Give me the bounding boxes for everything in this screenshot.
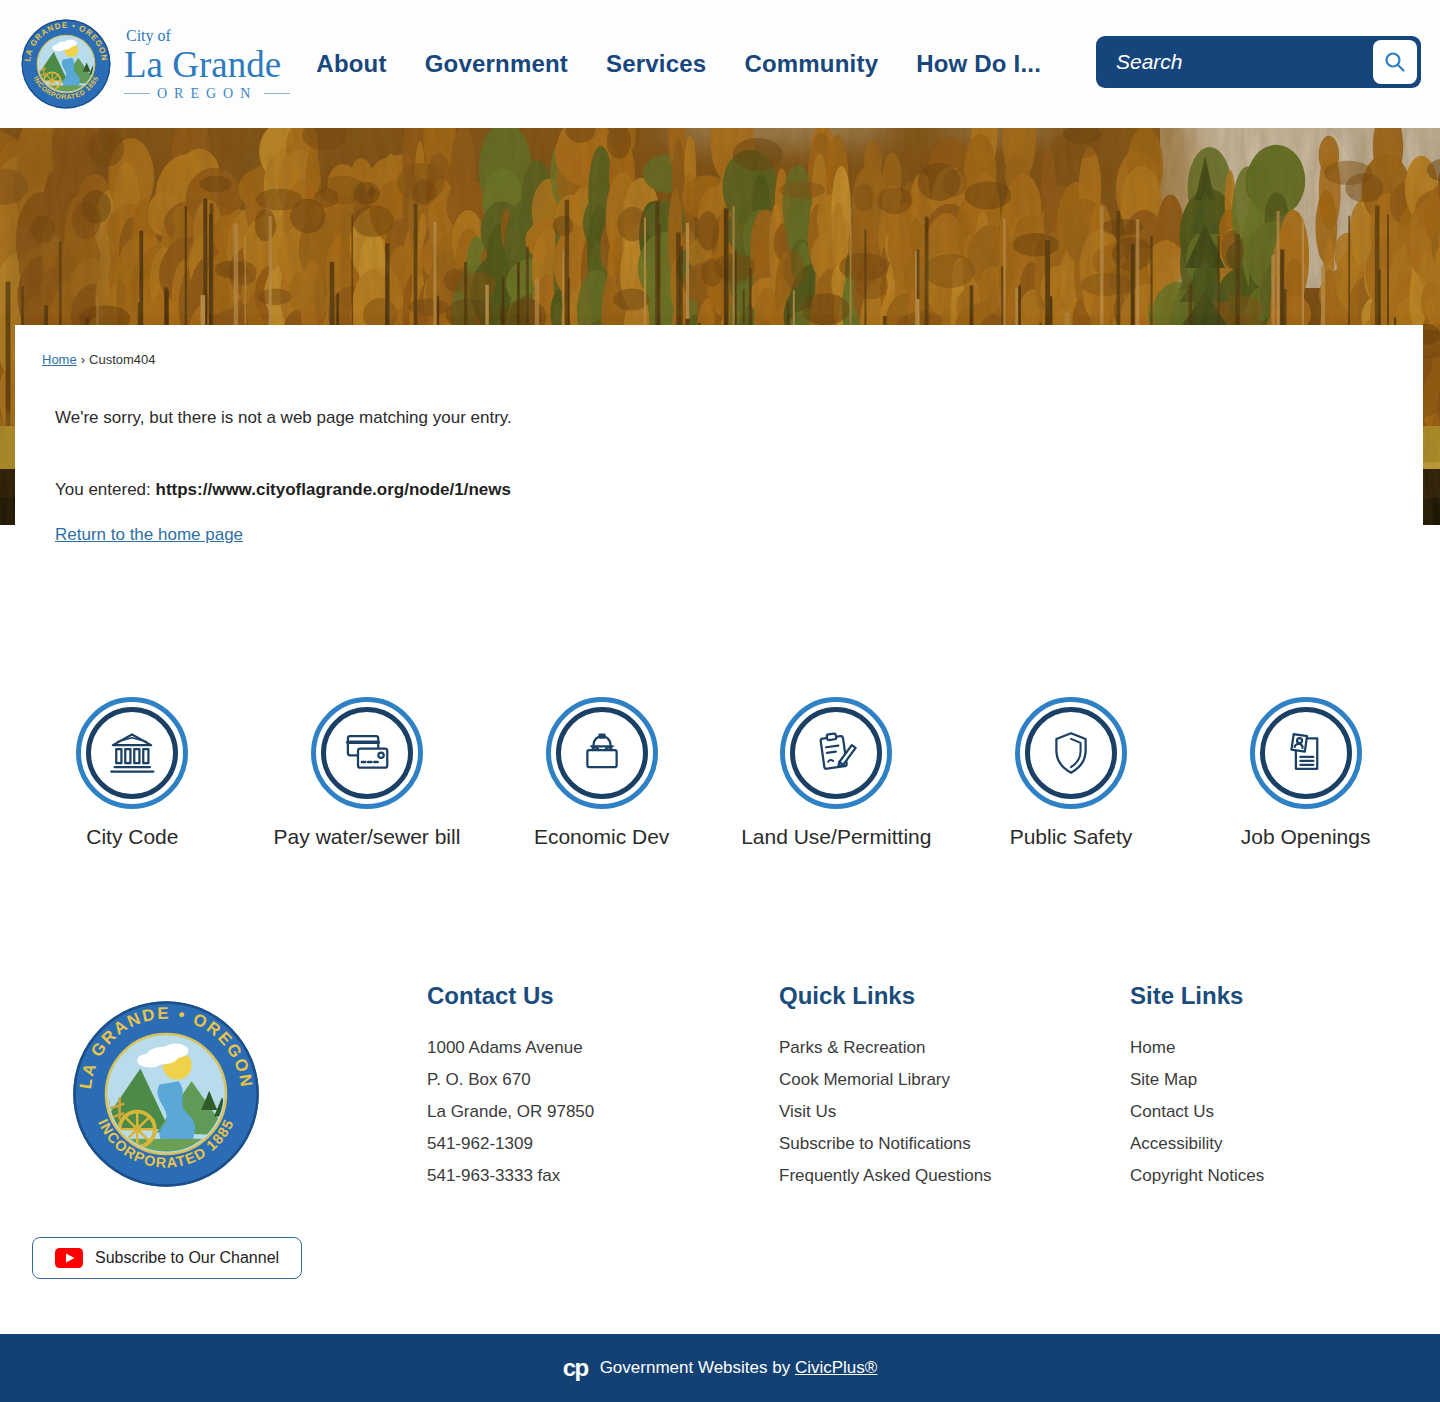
link-cook-memorial-library[interactable]: Cook Memorial Library [779,1064,992,1096]
action-pay-water-sewer[interactable]: Pay water/sewer bill [250,697,485,849]
clipboard-pencil-icon [809,726,863,780]
site-header: City of La Grande OREGON About Governmen… [0,0,1440,128]
nav-services[interactable]: Services [606,50,706,78]
footer-contact: Contact Us 1000 Adams Avenue P. O. Box 6… [427,982,594,1192]
link-parks-recreation[interactable]: Parks & Recreation [779,1032,992,1064]
contact-address-3: La Grande, OR 97850 [427,1096,594,1128]
nav-about[interactable]: About [316,50,386,78]
bottom-bar: cp Government Websites by CivicPlus® [0,1334,1440,1402]
bank-building-icon [105,726,159,780]
search-bar [1096,36,1421,88]
breadcrumb-home-link[interactable]: Home [42,352,77,367]
search-icon [1382,49,1408,75]
link-site-map[interactable]: Site Map [1130,1064,1264,1096]
link-accessibility[interactable]: Accessibility [1130,1128,1264,1160]
toolbox-hardhat-icon [575,726,629,780]
site-links-heading: Site Links [1130,982,1264,1010]
shield-icon [1044,726,1098,780]
site-logo[interactable]: City of La Grande OREGON [20,18,290,110]
credit-cards-icon [340,726,394,780]
link-subscribe-notifications[interactable]: Subscribe to Notifications [779,1128,992,1160]
link-faq[interactable]: Frequently Asked Questions [779,1160,992,1192]
action-job-openings[interactable]: Job Openings [1188,697,1423,849]
nav-government[interactable]: Government [425,50,568,78]
action-city-code[interactable]: City Code [15,697,250,849]
entered-line: You entered: https://www.cityoflagrande.… [55,480,1423,500]
search-input[interactable] [1096,50,1373,74]
bottom-bar-text: Government Websites by CivicPlus® [600,1358,878,1378]
search-button[interactable] [1373,40,1417,84]
footer-city-seal-icon [70,998,262,1190]
return-home-link[interactable]: Return to the home page [55,525,243,544]
youtube-subscribe-button[interactable]: Subscribe to Our Channel [32,1237,302,1279]
logo-state: OREGON [124,86,290,102]
breadcrumb: Home › Custom404 [42,352,1423,367]
city-seal-icon [20,18,112,110]
breadcrumb-separator: › [81,352,85,367]
link-contact-us[interactable]: Contact Us [1130,1096,1264,1128]
logo-city-of: City of [126,27,290,45]
action-economic-dev[interactable]: Economic Dev [484,697,719,849]
action-public-safety[interactable]: Public Safety [954,697,1189,849]
contact-address-2: P. O. Box 670 [427,1064,594,1096]
link-visit-us[interactable]: Visit Us [779,1096,992,1128]
entered-url: https://www.cityoflagrande.org/node/1/ne… [156,480,511,499]
contact-phone: 541-962-1309 [427,1128,594,1160]
breadcrumb-current: Custom404 [89,352,155,367]
youtube-icon [55,1248,83,1268]
link-home[interactable]: Home [1130,1032,1264,1064]
content-panel: Home › Custom404 We're sorry, but there is… [15,325,1423,1334]
contact-fax: 541-963-3333 fax [427,1160,594,1192]
resume-icon [1279,726,1333,780]
nav-community[interactable]: Community [744,50,878,78]
link-copyright-notices[interactable]: Copyright Notices [1130,1160,1264,1192]
civicplus-link[interactable]: CivicPlus® [795,1358,877,1377]
footer-quick-links: Quick Links Parks & Recreation Cook Memo… [779,982,992,1192]
site-footer: Contact Us 1000 Adams Avenue P. O. Box 6… [15,982,1423,1334]
quick-links-heading: Quick Links [779,982,992,1010]
logo-name: La Grande [124,45,290,85]
logo-wordmark: City of La Grande OREGON [124,27,290,102]
contact-heading: Contact Us [427,982,594,1010]
entered-label: You entered: [55,480,156,499]
civicplus-icon: cp [563,1354,588,1382]
quick-actions-row: City Code Pay water/sewer bill [15,697,1423,849]
contact-address-1: 1000 Adams Avenue [427,1032,594,1064]
action-land-use-permitting[interactable]: Land Use/Permitting [719,697,954,849]
nav-how-do-i[interactable]: How Do I... [916,50,1041,78]
error-message: We're sorry, but there is not a web page… [55,408,1423,428]
main-nav: About Government Services Community How … [316,50,1041,78]
footer-site-links: Site Links Home Site Map Contact Us Acce… [1130,982,1264,1192]
